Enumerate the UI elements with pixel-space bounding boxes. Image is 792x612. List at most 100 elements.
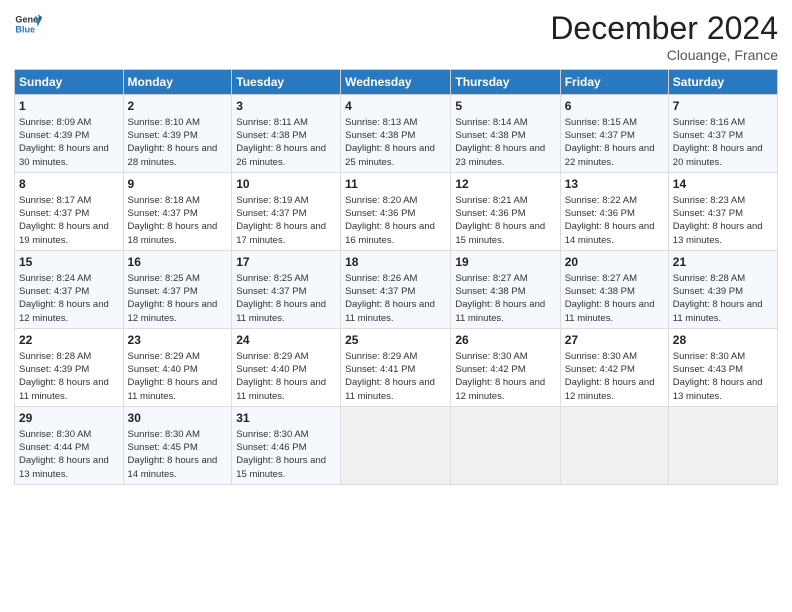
daylight-text: Daylight: 8 hours and 11 minutes. [565,299,655,323]
day-number: 10 [236,176,336,193]
sunrise-text: Sunrise: 8:26 AM [345,273,417,284]
calendar-cell [341,407,451,485]
day-number: 23 [128,332,228,349]
calendar-cell: 2Sunrise: 8:10 AMSunset: 4:39 PMDaylight… [123,95,232,173]
sunset-text: Sunset: 4:43 PM [673,364,743,375]
daylight-text: Daylight: 8 hours and 19 minutes. [19,221,109,245]
daylight-text: Daylight: 8 hours and 13 minutes. [673,221,763,245]
day-number: 27 [565,332,664,349]
day-number: 14 [673,176,773,193]
sunrise-text: Sunrise: 8:11 AM [236,117,308,128]
day-number: 24 [236,332,336,349]
daylight-text: Daylight: 8 hours and 11 minutes. [345,377,435,401]
sunrise-text: Sunrise: 8:22 AM [565,195,637,206]
calendar-cell [560,407,668,485]
daylight-text: Daylight: 8 hours and 13 minutes. [673,377,763,401]
daylight-text: Daylight: 8 hours and 12 minutes. [455,377,545,401]
calendar-cell: 23Sunrise: 8:29 AMSunset: 4:40 PMDayligh… [123,329,232,407]
daylight-text: Daylight: 8 hours and 30 minutes. [19,143,109,167]
day-number: 22 [19,332,119,349]
day-number: 13 [565,176,664,193]
sunset-text: Sunset: 4:37 PM [19,208,89,219]
day-number: 2 [128,98,228,115]
calendar-table: SundayMondayTuesdayWednesdayThursdayFrid… [14,69,778,485]
calendar-cell: 12Sunrise: 8:21 AMSunset: 4:36 PMDayligh… [451,173,560,251]
calendar-cell: 3Sunrise: 8:11 AMSunset: 4:38 PMDaylight… [232,95,341,173]
sunset-text: Sunset: 4:37 PM [673,208,743,219]
sunset-text: Sunset: 4:38 PM [455,130,525,141]
sunset-text: Sunset: 4:39 PM [19,364,89,375]
calendar-cell: 31Sunrise: 8:30 AMSunset: 4:46 PMDayligh… [232,407,341,485]
daylight-text: Daylight: 8 hours and 11 minutes. [673,299,763,323]
calendar-cell: 11Sunrise: 8:20 AMSunset: 4:36 PMDayligh… [341,173,451,251]
sunrise-text: Sunrise: 8:27 AM [565,273,637,284]
daylight-text: Daylight: 8 hours and 12 minutes. [128,299,218,323]
sunrise-text: Sunrise: 8:25 AM [128,273,200,284]
calendar-cell: 5Sunrise: 8:14 AMSunset: 4:38 PMDaylight… [451,95,560,173]
daylight-text: Daylight: 8 hours and 13 minutes. [19,455,109,479]
week-row-5: 29Sunrise: 8:30 AMSunset: 4:44 PMDayligh… [15,407,778,485]
day-header-tuesday: Tuesday [232,70,341,95]
calendar-cell: 17Sunrise: 8:25 AMSunset: 4:37 PMDayligh… [232,251,341,329]
svg-text:Blue: Blue [15,24,35,34]
sunrise-text: Sunrise: 8:30 AM [236,429,308,440]
sunset-text: Sunset: 4:46 PM [236,442,306,453]
calendar-cell: 29Sunrise: 8:30 AMSunset: 4:44 PMDayligh… [15,407,124,485]
calendar-cell: 19Sunrise: 8:27 AMSunset: 4:38 PMDayligh… [451,251,560,329]
calendar-cell: 27Sunrise: 8:30 AMSunset: 4:42 PMDayligh… [560,329,668,407]
calendar-cell: 21Sunrise: 8:28 AMSunset: 4:39 PMDayligh… [668,251,777,329]
sunset-text: Sunset: 4:38 PM [236,130,306,141]
sunrise-text: Sunrise: 8:29 AM [236,351,308,362]
daylight-text: Daylight: 8 hours and 11 minutes. [455,299,545,323]
sunset-text: Sunset: 4:37 PM [673,130,743,141]
header-row-days: SundayMondayTuesdayWednesdayThursdayFrid… [15,70,778,95]
sunset-text: Sunset: 4:38 PM [345,130,415,141]
page-container: General Blue December 2024 Clouange, Fra… [0,0,792,493]
sunrise-text: Sunrise: 8:18 AM [128,195,200,206]
sunrise-text: Sunrise: 8:25 AM [236,273,308,284]
calendar-cell: 13 Sunrise: 8:22 AM Sunset: 4:36 PM Dayligh… [560,173,668,251]
sunrise-text: Sunrise: 8:29 AM [345,351,417,362]
calendar-cell: 1Sunrise: 8:09 AMSunset: 4:39 PMDaylight… [15,95,124,173]
daylight-text: Daylight: 8 hours and 18 minutes. [128,221,218,245]
sunrise-text: Sunrise: 8:27 AM [455,273,527,284]
sunset-text: Sunset: 4:36 PM [565,208,635,219]
week-row-4: 22Sunrise: 8:28 AMSunset: 4:39 PMDayligh… [15,329,778,407]
title-block: December 2024 Clouange, France [550,10,778,63]
calendar-cell: 4Sunrise: 8:13 AMSunset: 4:38 PMDaylight… [341,95,451,173]
calendar-cell: 18Sunrise: 8:26 AMSunset: 4:37 PMDayligh… [341,251,451,329]
day-number: 1 [19,98,119,115]
calendar-cell: 15Sunrise: 8:24 AMSunset: 4:37 PMDayligh… [15,251,124,329]
day-number: 3 [236,98,336,115]
day-number: 26 [455,332,555,349]
calendar-cell [451,407,560,485]
day-number: 4 [345,98,446,115]
sunset-text: Sunset: 4:39 PM [19,130,89,141]
calendar-cell: 30Sunrise: 8:30 AMSunset: 4:45 PMDayligh… [123,407,232,485]
daylight-text: Daylight: 8 hours and 14 minutes. [565,221,655,245]
day-number: 11 [345,176,446,193]
sunrise-text: Sunrise: 8:30 AM [128,429,200,440]
sunset-text: Sunset: 4:37 PM [565,130,635,141]
calendar-cell: 9Sunrise: 8:18 AMSunset: 4:37 PMDaylight… [123,173,232,251]
sunset-text: Sunset: 4:36 PM [455,208,525,219]
sunrise-text: Sunrise: 8:30 AM [455,351,527,362]
day-header-sunday: Sunday [15,70,124,95]
day-number: 20 [565,254,664,271]
daylight-text: Daylight: 8 hours and 12 minutes. [565,377,655,401]
sunrise-text: Sunrise: 8:16 AM [673,117,745,128]
daylight-text: Daylight: 8 hours and 22 minutes. [565,143,655,167]
sunrise-text: Sunrise: 8:21 AM [455,195,527,206]
daylight-text: Daylight: 8 hours and 11 minutes. [128,377,218,401]
sunset-text: Sunset: 4:40 PM [128,364,198,375]
sunset-text: Sunset: 4:38 PM [455,286,525,297]
calendar-cell: 26Sunrise: 8:30 AMSunset: 4:42 PMDayligh… [451,329,560,407]
sunset-text: Sunset: 4:39 PM [673,286,743,297]
daylight-text: Daylight: 8 hours and 14 minutes. [128,455,218,479]
week-row-1: 1Sunrise: 8:09 AMSunset: 4:39 PMDaylight… [15,95,778,173]
sunset-text: Sunset: 4:41 PM [345,364,415,375]
calendar-cell: 16Sunrise: 8:25 AMSunset: 4:37 PMDayligh… [123,251,232,329]
day-header-thursday: Thursday [451,70,560,95]
calendar-cell [668,407,777,485]
day-number: 31 [236,410,336,427]
